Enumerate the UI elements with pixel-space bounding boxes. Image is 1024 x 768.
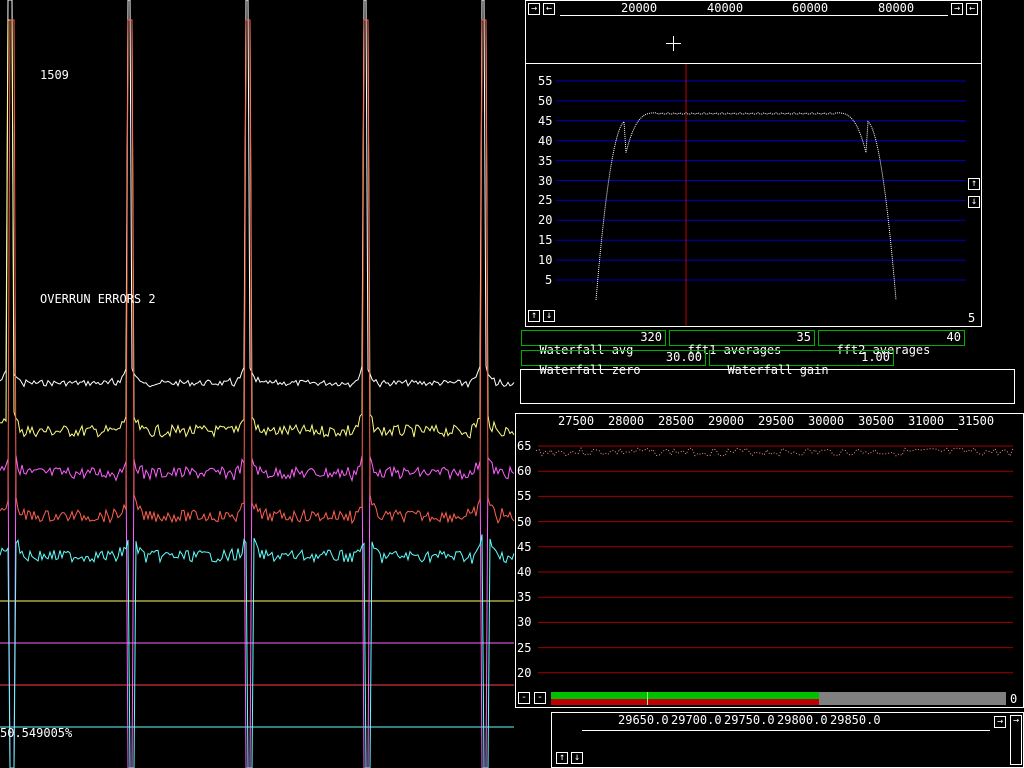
signal-trace: [0, 534, 515, 768]
waterfall-avg-value: 320: [640, 330, 662, 344]
wide-freq-ruler: 20000 40000 60000 80000: [560, 1, 948, 19]
oscilloscope-panel: 1509 OVERRUN ERRORS 2 50.549005%: [0, 0, 515, 768]
hires-minus-button-1[interactable]: -: [518, 692, 530, 704]
level-bar-marker: [647, 692, 648, 705]
y-tick-label: 35: [517, 590, 532, 605]
level-bar-green: [551, 692, 819, 699]
freq-tick-label: 28500: [658, 414, 695, 428]
baseband-resize-handle[interactable]: →: [1010, 715, 1022, 765]
y-tick-label: 50: [538, 93, 553, 108]
y-tick-label: 10: [538, 253, 553, 268]
ruler-line: [560, 15, 948, 16]
overrun-errors-label: OVERRUN ERRORS 2: [40, 292, 156, 306]
waterfall-gain-field[interactable]: Waterfall gain 1.00: [709, 350, 894, 377]
freq-tick-label: 29650.0: [618, 713, 669, 727]
wide-y-up-button[interactable]: ↑: [968, 178, 980, 190]
freq-tick-label: 29750.0: [724, 713, 775, 727]
ruler-tick-label: 80000: [878, 1, 915, 15]
freq-tick-label: 29500: [758, 414, 795, 428]
freq-tick-label: 29850.0: [830, 713, 881, 727]
freq-tick-label: 28000: [608, 414, 645, 428]
y-tick-label: 25: [517, 640, 532, 655]
crosshair-cursor-vertical: [673, 36, 674, 51]
waterfall-zero-field[interactable]: Waterfall zero 30.00: [521, 350, 706, 377]
wide-y-down-button[interactable]: ↓: [968, 196, 980, 208]
baseband-window: 29650.0 29700.0 29750.0 29800.0 29850.0 → ↑ …: [551, 712, 1024, 768]
wide-waterfall-area[interactable]: [526, 19, 981, 63]
percent-readout: 50.549005%: [0, 726, 73, 740]
y-tick-label: 20: [517, 665, 532, 680]
baseband-freq-ruler: 29650.0 29700.0 29750.0 29800.0 29850.0: [552, 713, 992, 733]
hires-bar-value: 0: [1010, 692, 1018, 706]
wide-zoom-left-button[interactable]: ←: [966, 3, 978, 15]
signal-trace: [0, 455, 515, 768]
fft1-averages-field[interactable]: fft1 averages 35: [669, 330, 815, 357]
freq-tick-label: 29700.0: [671, 713, 722, 727]
waterfall-gain-value: 1.00: [861, 350, 890, 364]
wide-spectrum-graph[interactable]: [526, 64, 981, 326]
wide-zoom-right-button[interactable]: →: [951, 3, 963, 15]
y-tick-label: 30: [538, 173, 553, 188]
wide-scroll-right-button[interactable]: →: [528, 3, 540, 15]
freq-tick-label: 29000: [708, 414, 745, 428]
fft1-averages-value: 35: [796, 330, 811, 344]
y-tick-label: 15: [538, 233, 553, 248]
y-tick-label: 50: [517, 514, 532, 529]
ruler-line: [578, 429, 958, 430]
hires-spectrum-graph[interactable]: [516, 434, 1023, 689]
hires-graph-window: 27500 28000 28500 29000 29500 30000 30500 31000…: [515, 413, 1024, 708]
y-tick-label: 20: [538, 213, 553, 228]
wide-graph-window: → ← → ← 20000 40000 60000 80000 55 50 45 40…: [525, 0, 982, 327]
wide-scroll-left-button[interactable]: ←: [543, 3, 555, 15]
baseband-up-button[interactable]: ↑: [556, 752, 568, 764]
y-tick-label: 55: [517, 489, 532, 504]
y-tick-label: 45: [538, 113, 553, 128]
y-tick-label: 35: [538, 153, 553, 168]
ruler-tick-label: 40000: [707, 1, 744, 15]
wide-gain-down-button[interactable]: ↓: [543, 310, 555, 322]
signal-trace: [0, 19, 515, 525]
freq-tick-label: 29800.0: [777, 713, 828, 727]
y-tick-label: 40: [538, 133, 553, 148]
hires-freq-ruler: 27500 28000 28500 29000 29500 30000 30500 31000…: [516, 414, 1023, 434]
y-tick-label: 25: [538, 193, 553, 208]
ruler-line: [582, 730, 990, 731]
y-tick-label: 30: [517, 615, 532, 630]
hires-trace: [535, 446, 1014, 458]
baseband-right-button[interactable]: →: [994, 716, 1006, 728]
y-tick-label: 65: [517, 439, 532, 453]
y-tick-label: 55: [538, 74, 553, 88]
baseband-down-button[interactable]: ↓: [571, 752, 583, 764]
freq-tick-label: 31500: [958, 414, 995, 428]
wide-gain-up-button[interactable]: ↑: [528, 310, 540, 322]
hires-level-bar: [551, 692, 1006, 705]
freq-tick-label: 31000: [908, 414, 945, 428]
level-bar-red: [551, 699, 819, 705]
freq-tick-label: 27500: [558, 414, 595, 428]
y-tick-label: 60: [517, 464, 532, 479]
ruler-tick-label: 20000: [621, 1, 658, 15]
waterfall-zero-value: 30.00: [665, 350, 702, 364]
waterfall-avg-field[interactable]: Waterfall avg 320: [521, 330, 666, 357]
freq-tick-label: 30500: [858, 414, 895, 428]
freq-tick-label: 30000: [808, 414, 845, 428]
fft2-averages-field[interactable]: fft2 averages 40: [818, 330, 965, 357]
sample-counter: 1509: [40, 68, 69, 82]
signal-trace: [0, 19, 515, 439]
message-box: [520, 369, 1015, 404]
y-tick-label: 5: [545, 273, 553, 287]
oscilloscope-traces: [0, 0, 515, 768]
y-tick-label: 40: [517, 565, 532, 579]
y-tick-label: 45: [517, 539, 532, 554]
signal-trace: [0, 0, 515, 389]
hires-y-axis: 65 60 55 50 45 40 35 30 25 20: [516, 434, 536, 689]
wide-y-axis: 55 50 45 40 35 30 25 20 15 10 5: [526, 64, 556, 326]
ruler-tick-label: 60000: [792, 1, 829, 15]
fft2-averages-value: 40: [946, 330, 961, 344]
hires-minus-button-2[interactable]: -: [534, 692, 546, 704]
wide-footer-value: 5: [968, 311, 976, 325]
